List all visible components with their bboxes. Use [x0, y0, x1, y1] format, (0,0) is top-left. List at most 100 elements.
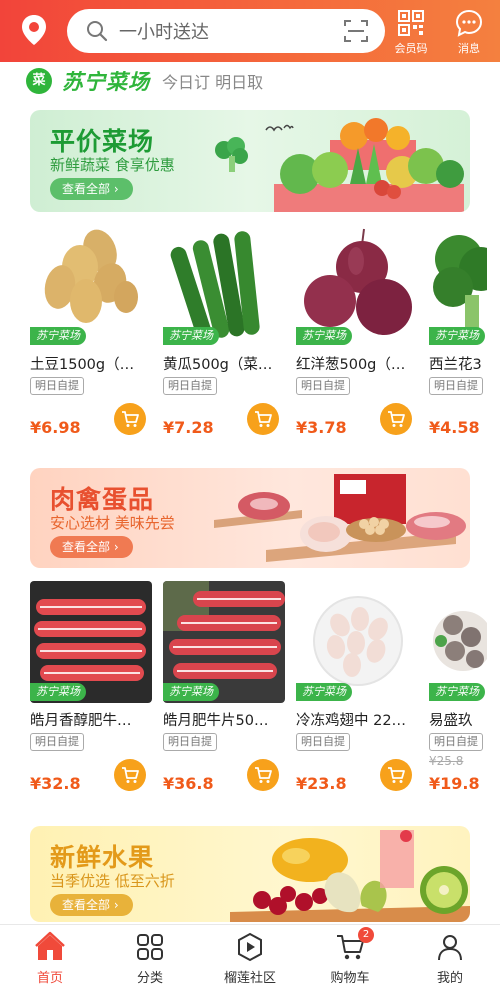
meat-illustration: [214, 474, 466, 562]
product-price: ¥36.8: [163, 774, 214, 793]
cart-icon: [122, 767, 139, 783]
pickup-tag: 明日自提: [163, 377, 217, 395]
nav-label: 购物车: [330, 971, 370, 986]
banner-title: 平价菜场: [50, 127, 155, 156]
search-input[interactable]: 一小时送达: [119, 18, 343, 44]
banner-subtitle: 新鲜蔬菜 食享优惠: [50, 156, 175, 174]
product-name: 西兰花3: [429, 357, 482, 373]
product-price: ¥6.98: [30, 418, 81, 437]
cart-icon: [255, 411, 272, 427]
pickup-tag: 明日自提: [163, 733, 217, 751]
member-code-label: 会员码: [394, 42, 428, 55]
add-to-cart-button[interactable]: [114, 403, 146, 435]
community-play-icon: [238, 932, 262, 962]
product-card[interactable]: 苏宁菜场 土豆1500g（… 明日自提 ¥6.98: [30, 225, 152, 445]
product-price: ¥3.78: [296, 418, 347, 437]
search-bar[interactable]: 一小时送达: [67, 9, 385, 53]
nav-category[interactable]: 分类: [100, 925, 200, 990]
banner-subtitle: 安心选材 美味先尝: [50, 514, 175, 532]
store-tagline: 今日订 明日取: [162, 73, 264, 92]
original-price: ¥25.8: [429, 754, 464, 768]
store-tag: 苏宁菜场: [429, 327, 485, 345]
broccoli-icon: [215, 137, 248, 172]
store-header[interactable]: 菜 苏宁菜场 今日订 明日取: [26, 68, 263, 94]
product-price: ¥32.8: [30, 774, 81, 793]
scan-icon[interactable]: [343, 18, 369, 44]
store-tag: 苏宁菜场: [30, 327, 86, 345]
nav-profile[interactable]: 我的: [400, 925, 500, 990]
add-to-cart-button[interactable]: [380, 403, 412, 435]
product-name: 皓月香醇肥牛…: [30, 713, 132, 729]
banner-title: 肉禽蛋品: [50, 485, 155, 514]
vegetable-banner[interactable]: 平价菜场 新鲜蔬菜 食享优惠 查看全部 ›: [30, 110, 470, 212]
meat-banner[interactable]: 肉禽蛋品 安心选材 美味先尝 查看全部 ›: [30, 468, 470, 568]
pickup-tag: 明日自提: [429, 377, 483, 395]
bottom-nav: 首页 分类 榴莲社区 2 购物车 我的: [0, 924, 500, 990]
product-card[interactable]: 苏宁菜场 冷冻鸡翅中 22… 明日自提 ¥23.8: [296, 581, 418, 801]
product-name: 土豆1500g（…: [30, 357, 135, 373]
message-icon: [455, 9, 483, 37]
product-name: 易盛玖: [429, 713, 473, 729]
pickup-tag: 明日自提: [429, 733, 483, 751]
product-card[interactable]: 苏宁菜场 易盛玖 明日自提 ¥25.8 ¥19.8: [429, 581, 487, 801]
cart-icon: [122, 411, 139, 427]
cart-icon: [388, 767, 405, 783]
add-to-cart-button[interactable]: [247, 403, 279, 435]
product-name: 黄瓜500g（菜…: [163, 357, 273, 373]
product-card[interactable]: 苏宁菜场 皓月肥牛片50… 明日自提 ¥36.8: [163, 581, 285, 801]
store-tag: 苏宁菜场: [30, 683, 86, 701]
product-price: ¥23.8: [296, 774, 347, 793]
category-grid-icon: [137, 934, 163, 960]
product-name: 皓月肥牛片50…: [163, 713, 269, 729]
product-name: 红洋葱500g（…: [296, 357, 406, 373]
message-button[interactable]: 消息: [444, 6, 494, 58]
banner-title: 新鲜水果: [50, 843, 155, 872]
product-card[interactable]: 苏宁菜场 红洋葱500g（… 明日自提 ¥3.78: [296, 225, 418, 445]
product-card[interactable]: 苏宁菜场 黄瓜500g（菜… 明日自提 ¥7.28: [163, 225, 285, 445]
store-tag: 苏宁菜场: [163, 327, 219, 345]
store-tag: 苏宁菜场: [296, 683, 352, 701]
member-code-button[interactable]: 会员码: [386, 6, 436, 58]
nav-home[interactable]: 首页: [0, 925, 100, 990]
nav-label: 首页: [36, 971, 63, 986]
store-badge: 菜: [26, 68, 52, 94]
pickup-tag: 明日自提: [296, 733, 350, 751]
product-name: 冷冻鸡翅中 22…: [296, 713, 407, 729]
nav-community[interactable]: 榴莲社区: [200, 925, 300, 990]
user-icon: [438, 935, 462, 961]
banner-subtitle: 当季优选 低至六折: [50, 872, 175, 890]
pickup-tag: 明日自提: [30, 377, 84, 395]
fruit-banner[interactable]: 新鲜水果 当季优选 低至六折 查看全部 ›: [30, 826, 470, 922]
store-tag: 苏宁菜场: [163, 683, 219, 701]
cart-count-badge: 2: [358, 927, 374, 943]
message-label: 消息: [458, 42, 480, 55]
add-to-cart-button[interactable]: [380, 759, 412, 791]
store-brand: 苏宁菜场: [62, 70, 150, 94]
view-all-button[interactable]: 查看全部 ›: [50, 894, 133, 916]
add-to-cart-button[interactable]: [114, 759, 146, 791]
pickup-tag: 明日自提: [30, 733, 84, 751]
top-bar: 一小时送达 会员码 消息: [0, 0, 500, 62]
cart-icon: [255, 767, 272, 783]
vegetable-crate-illustration: [274, 118, 464, 212]
search-icon: [87, 21, 108, 42]
fruit-illustration: [230, 830, 470, 922]
view-all-button[interactable]: 查看全部 ›: [50, 178, 133, 200]
product-price: ¥7.28: [163, 418, 214, 437]
product-price: ¥19.8: [429, 774, 480, 793]
location-pin-icon[interactable]: [16, 12, 52, 48]
product-card[interactable]: 苏宁菜场 西兰花3 明日自提 ¥4.58: [429, 225, 487, 445]
product-price: ¥4.58: [429, 418, 480, 437]
cart-icon: [388, 411, 405, 427]
product-card[interactable]: 苏宁菜场 皓月香醇肥牛… 明日自提 ¥32.8: [30, 581, 152, 801]
nav-label: 榴莲社区: [223, 971, 276, 986]
store-tag: 苏宁菜场: [429, 683, 485, 701]
nav-label: 分类: [136, 971, 163, 986]
store-tag: 苏宁菜场: [296, 327, 352, 345]
home-icon: [35, 931, 65, 960]
nav-label: 我的: [436, 971, 463, 986]
view-all-button[interactable]: 查看全部 ›: [50, 536, 133, 558]
qr-code-icon: [398, 10, 424, 36]
add-to-cart-button[interactable]: [247, 759, 279, 791]
nav-cart[interactable]: 2 购物车: [300, 925, 400, 990]
